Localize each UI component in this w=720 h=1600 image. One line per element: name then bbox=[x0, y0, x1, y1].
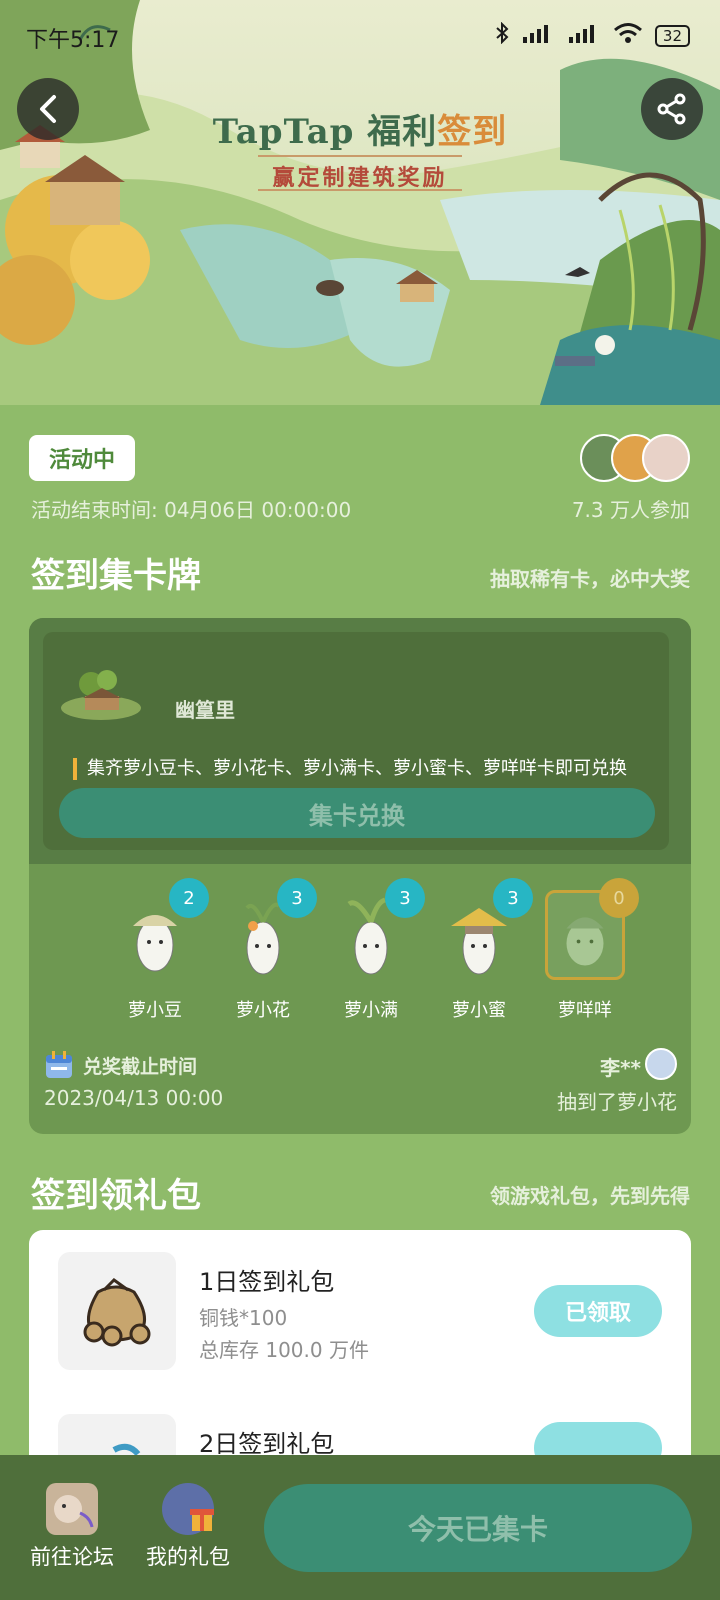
participant-count: 7.3 万人参加 bbox=[571, 498, 690, 522]
banner-title-highlight: 签到 bbox=[437, 112, 508, 152]
my-gifts-button[interactable]: 我的礼包 bbox=[138, 1483, 238, 1571]
card-section-hint: 抽取稀有卡，必中大奖 bbox=[490, 567, 690, 591]
gift-name: 1日签到礼包 bbox=[199, 1268, 335, 1296]
card-count-badge: 3 bbox=[385, 878, 425, 918]
card-item[interactable]: 2 萝小豆 bbox=[105, 878, 209, 1028]
card-name: 萝小豆 bbox=[128, 1000, 182, 1021]
list-item: 1日签到礼包 铜钱*100 总库存 100.0 万件 已领取 bbox=[29, 1230, 691, 1370]
signal-icon bbox=[521, 23, 555, 48]
gift-thumbnail bbox=[58, 1252, 176, 1370]
card-panel: 幽篁里 集齐萝小豆卡、萝小花卡、萝小满卡、萝小蜜卡、萝咩咩卡即可兑换 集卡兑换 … bbox=[29, 618, 691, 1134]
gift-list: 1日签到礼包 铜钱*100 总库存 100.0 万件 已领取 2日签到礼包 bbox=[29, 1230, 691, 1490]
wifi-icon bbox=[613, 22, 643, 49]
deadline-label: 兑奖截止时间 bbox=[83, 1056, 198, 1078]
status-icons: 32 bbox=[495, 21, 690, 49]
forum-icon bbox=[46, 1483, 98, 1535]
card-section-title: 签到集卡牌 bbox=[31, 556, 201, 596]
gift-content: 铜钱*100 bbox=[199, 1306, 288, 1330]
card-name: 萝小满 bbox=[344, 1000, 398, 1021]
card-item[interactable]: 3 萝小花 bbox=[213, 878, 317, 1028]
card-count-badge: 2 bbox=[169, 878, 209, 918]
participant-avatars bbox=[580, 434, 690, 482]
banner-subtitle: 赢定制建筑奖励 bbox=[272, 165, 448, 191]
status-time: 下午5:17 bbox=[26, 28, 120, 53]
status-bar: 下午5:17 32 bbox=[0, 0, 720, 70]
card-item[interactable]: 3 萝小满 bbox=[321, 878, 425, 1028]
card-count-badge: 0 bbox=[599, 878, 639, 918]
calendar-icon bbox=[46, 1051, 72, 1078]
banner-title: TapTap 福利签到 bbox=[0, 104, 720, 153]
exchange-button[interactable]: 集卡兑换 bbox=[59, 788, 655, 838]
battery-indicator: 32 bbox=[654, 24, 690, 47]
deadline-value: 2023/04/13 00:00 bbox=[44, 1086, 224, 1110]
building-name: 幽篁里 bbox=[175, 698, 235, 722]
signal-icon-2 bbox=[567, 23, 601, 48]
collect-description: 集齐萝小豆卡、萝小花卡、萝小满卡、萝小蜜卡、萝咩咩卡即可兑换 bbox=[73, 758, 627, 780]
avatar bbox=[642, 434, 690, 482]
winner-name: 李** bbox=[600, 1056, 641, 1080]
gift-section-title: 签到领礼包 bbox=[31, 1176, 201, 1216]
building-thumbnail-icon bbox=[61, 670, 141, 720]
checkin-button[interactable]: 今天已集卡 bbox=[264, 1484, 692, 1572]
avatar bbox=[645, 1048, 677, 1080]
card-name: 萝咩咩 bbox=[558, 1000, 612, 1021]
forum-label: 前往论坛 bbox=[30, 1545, 114, 1569]
gift-section-hint: 领游戏礼包，先到先得 bbox=[490, 1184, 690, 1208]
gift-icon bbox=[162, 1483, 214, 1535]
activity-status-badge: 活动中 bbox=[29, 435, 135, 481]
gift-name: 2日签到礼包 bbox=[199, 1430, 335, 1458]
forum-button[interactable]: 前往论坛 bbox=[22, 1483, 122, 1571]
activity-end-time: 活动结束时间: 04月06日 00:00:00 bbox=[31, 498, 352, 522]
winner-result: 抽到了萝小花 bbox=[557, 1090, 677, 1114]
claim-button[interactable]: 已领取 bbox=[534, 1285, 662, 1337]
gift-stock: 总库存 100.0 万件 bbox=[199, 1338, 369, 1362]
card-name: 萝小蜜 bbox=[452, 1000, 506, 1021]
card-item[interactable]: 3 萝小蜜 bbox=[429, 878, 533, 1028]
banner-title-prefix: TapTap 福利 bbox=[212, 112, 438, 152]
card-name: 萝小花 bbox=[236, 1000, 290, 1021]
card-list: 2 萝小豆 3 萝小花 3 萝小满 3 萝小蜜 0 萝咩咩 bbox=[29, 878, 691, 1028]
card-count-badge: 3 bbox=[277, 878, 317, 918]
coin-bag-icon bbox=[83, 1278, 151, 1347]
card-count-badge: 3 bbox=[493, 878, 533, 918]
my-gifts-label: 我的礼包 bbox=[146, 1545, 230, 1569]
banner: 下午5:17 32 TapTap 福利签到 赢定制建筑奖励 bbox=[0, 0, 720, 405]
bluetooth-icon bbox=[495, 21, 509, 49]
bottom-bar: 前往论坛 我的礼包 今天已集卡 bbox=[0, 1455, 720, 1600]
card-item[interactable]: 0 萝咩咩 bbox=[535, 878, 639, 1028]
